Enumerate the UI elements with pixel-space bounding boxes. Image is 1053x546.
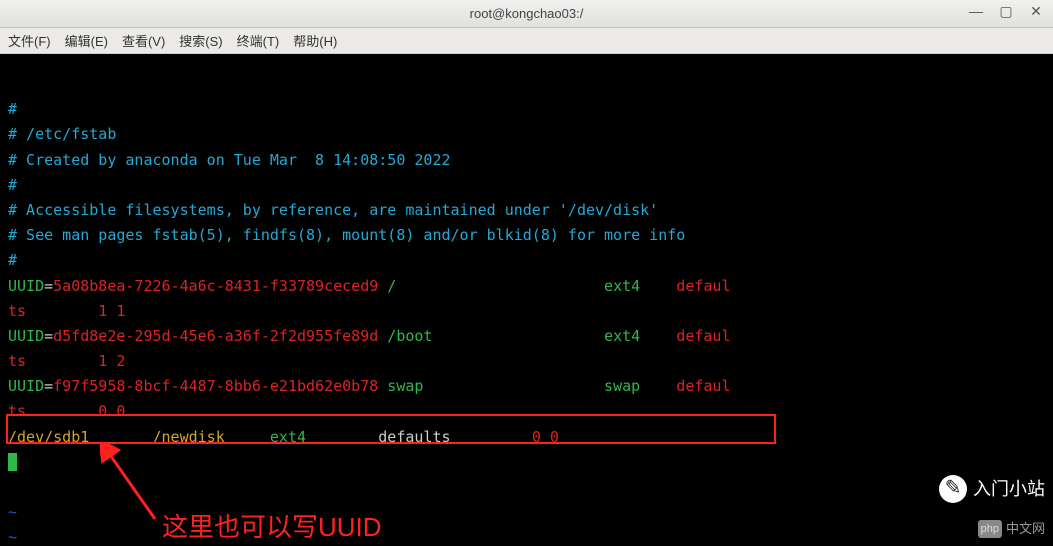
fs-type: ext4 — [604, 277, 640, 295]
menu-edit[interactable]: 编辑(E) — [65, 31, 108, 50]
fs-type: ext4 — [604, 327, 640, 345]
mountpoint: swap — [387, 377, 423, 395]
new-mount: /newdisk — [153, 428, 225, 446]
close-button[interactable]: ✕ — [1027, 3, 1045, 20]
watermark-primary-text: 入门小站 — [973, 474, 1045, 504]
annotation-text: 这里也可以写UUID — [162, 506, 382, 546]
window-titlebar: root@kongchao03:/ — ▢ ✕ — [0, 0, 1053, 28]
uuid-label: UUID — [8, 377, 44, 395]
menu-help[interactable]: 帮助(H) — [293, 31, 337, 50]
fs-tail: ts 0 0 — [8, 402, 125, 420]
watermark-secondary-text: 中文网 — [1006, 518, 1045, 540]
menu-search[interactable]: 搜索(S) — [179, 31, 222, 50]
terminal-cursor — [8, 453, 17, 471]
fstab-comment: # — [8, 100, 17, 118]
maximize-button[interactable]: ▢ — [997, 3, 1015, 20]
fstab-comment: # — [8, 251, 17, 269]
new-fs: ext4 — [270, 428, 306, 446]
terminal-content[interactable]: # # /etc/fstab # Created by anaconda on … — [0, 54, 1053, 546]
uuid-label: UUID — [8, 327, 44, 345]
uuid-value: 5a08b8ea-7226-4a6c-8431-f33789ceced9 — [53, 277, 378, 295]
equals-sign: = — [44, 377, 53, 395]
fs-opts: defaul — [676, 377, 730, 395]
new-opts: defaults — [378, 428, 450, 446]
php-logo-icon: php — [978, 520, 1002, 538]
menu-file[interactable]: 文件(F) — [8, 31, 51, 50]
new-dump: 0 0 — [532, 428, 559, 446]
uuid-value: f97f5958-8bcf-4487-8bb6-e21bd62e0b78 — [53, 377, 378, 395]
menu-bar: 文件(F) 编辑(E) 查看(V) 搜索(S) 终端(T) 帮助(H) — [0, 28, 1053, 54]
menu-terminal[interactable]: 终端(T) — [237, 31, 280, 50]
equals-sign: = — [44, 277, 53, 295]
minimize-button[interactable]: — — [967, 3, 985, 20]
fstab-comment: # — [8, 176, 17, 194]
watermark-secondary: php 中文网 — [978, 518, 1045, 540]
fstab-comment: # Accessible filesystems, by reference, … — [8, 201, 658, 219]
fs-tail: ts 1 1 — [8, 302, 125, 320]
uuid-label: UUID — [8, 277, 44, 295]
fstab-comment: # Created by anaconda on Tue Mar 8 14:08… — [8, 151, 451, 169]
vim-tilde: ~ — [8, 528, 17, 546]
mountpoint: / — [387, 277, 396, 295]
fs-opts: defaul — [676, 277, 730, 295]
fs-tail: ts 1 2 — [8, 352, 125, 370]
uuid-value: d5fd8e2e-295d-45e6-a36f-2f2d955fe89d — [53, 327, 378, 345]
fs-type: swap — [604, 377, 640, 395]
fs-opts: defaul — [676, 327, 730, 345]
new-device: /dev/sdb1 — [8, 428, 89, 446]
watermark-icon: ✎ — [939, 475, 967, 503]
window-title: root@kongchao03:/ — [470, 6, 584, 21]
fstab-comment: # /etc/fstab — [8, 125, 116, 143]
menu-view[interactable]: 查看(V) — [122, 31, 165, 50]
equals-sign: = — [44, 327, 53, 345]
window-controls: — ▢ ✕ — [967, 3, 1045, 20]
annotation-arrow-icon — [100, 444, 160, 524]
watermark-primary: ✎ 入门小站 — [939, 474, 1045, 504]
fstab-comment: # See man pages fstab(5), findfs(8), mou… — [8, 226, 685, 244]
mountpoint: /boot — [387, 327, 432, 345]
vim-tilde: ~ — [8, 503, 17, 521]
